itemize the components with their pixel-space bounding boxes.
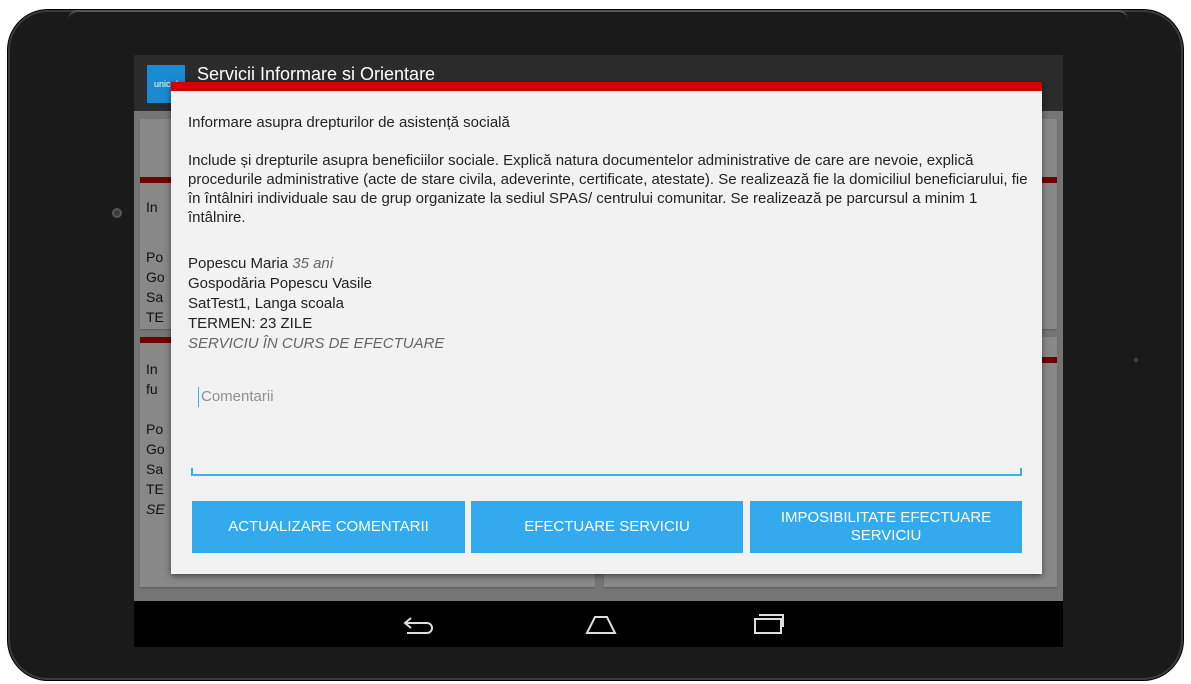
- camera-icon: [112, 208, 122, 218]
- dialog-stripe: [171, 82, 1042, 91]
- dialog-title: Informare asupra drepturilor de asistenț…: [188, 114, 510, 131]
- recent-apps-icon[interactable]: [747, 609, 787, 639]
- deadline: TERMEN: 23 ZILE: [188, 315, 313, 332]
- comment-field[interactable]: Comentarii: [191, 382, 1022, 476]
- status-text: SERVICIU ÎN CURS DE EFECTUARE: [188, 335, 445, 352]
- beneficiary-info: Popescu Maria 35 ani Gospodăria Popescu …: [188, 254, 444, 354]
- perform-service-button[interactable]: EFECTUARE SERVICIU: [471, 501, 743, 553]
- navigation-bar: [134, 601, 1063, 647]
- text-cursor: [198, 387, 199, 407]
- device-bezel-highlight: [68, 10, 1128, 20]
- impossible-service-button[interactable]: IMPOSIBILITATE EFECTUARE SERVICIU: [750, 501, 1022, 553]
- service-dialog: Informare asupra drepturilor de asistenț…: [171, 82, 1042, 574]
- back-icon[interactable]: [399, 609, 439, 639]
- update-comments-button[interactable]: ACTUALIZARE COMENTARII: [192, 501, 465, 553]
- comment-placeholder: Comentarii: [201, 388, 274, 405]
- address: SatTest1, Langa scoala: [188, 295, 344, 312]
- beneficiary-age: 35 ani: [292, 255, 334, 272]
- sensor-icon: [1134, 358, 1138, 362]
- beneficiary-name: Popescu Maria: [188, 255, 289, 272]
- service-description: Include și drepturile asupra beneficiilo…: [188, 152, 1028, 226]
- household-name: Gospodăria Popescu Vasile: [188, 275, 372, 292]
- home-icon[interactable]: [581, 609, 621, 639]
